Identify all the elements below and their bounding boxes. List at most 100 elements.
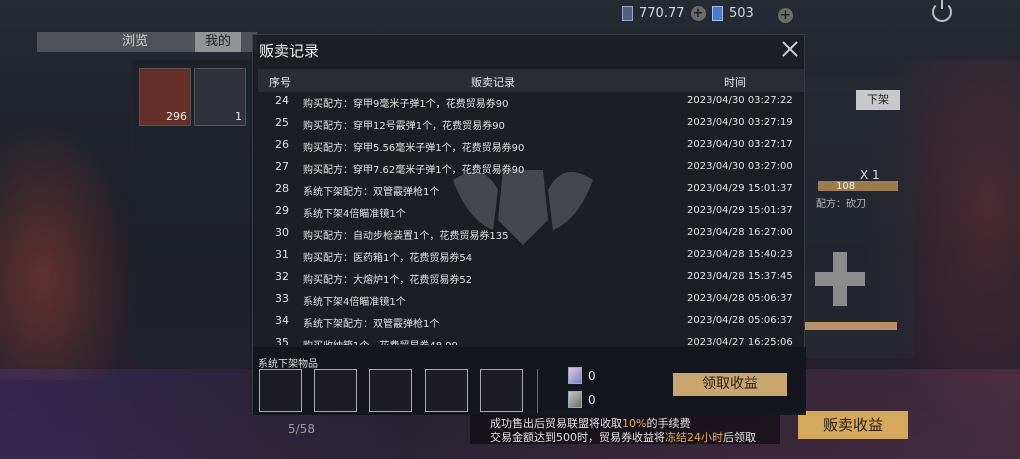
row-index: 27 — [275, 160, 289, 173]
row-index: 35 — [275, 336, 289, 345]
freeze-duration: 冻结24小时 — [665, 431, 723, 444]
table-header: 序号 贩卖记录 时间 — [258, 69, 804, 92]
inventory-slot-2-qty: 1 — [235, 110, 242, 123]
row-time: 2023/04/29 15:01:37 — [687, 183, 793, 194]
add-listing-icon[interactable] — [815, 252, 865, 306]
row-time: 2023/04/30 03:27:17 — [687, 139, 793, 150]
row-index: 34 — [275, 314, 289, 327]
row-time: 2023/04/30 03:27:00 — [687, 161, 793, 172]
close-icon[interactable] — [780, 39, 800, 59]
row-record: 购买配方：大熔炉1个，花费贸易券52 — [303, 275, 473, 286]
table-row: 28 系统下架配方：双管霰弹枪1个 2023/04/29 15:01:37 — [258, 178, 804, 200]
sales-record-dialog: 贩卖记录 序号 贩卖记录 时间 24 购买配方：穿甲9毫米子弹1个，花费贸易券9… — [252, 34, 806, 415]
row-record: 系统下架4倍瞄准镜1个 — [303, 209, 406, 220]
claim-earnings-button[interactable]: 领取收益 — [673, 373, 787, 396]
table-row: 32 购买配方：大熔炉1个，花费贸易券52 2023/04/28 15:37:4… — [258, 266, 804, 288]
row-time: 2023/04/30 03:27:19 — [687, 117, 793, 128]
row-record: 购买收纳箱1个，花费贸易券48.99 — [303, 337, 458, 345]
inventory-slot-1[interactable]: 296 — [139, 68, 191, 126]
row-record: 购买配方：穿甲7.62毫米子弹1个，花费贸易券90 — [303, 165, 525, 176]
table-row: 35 购买收纳箱1个，花费贸易券48.99 2023/04/27 16:25:0… — [258, 332, 804, 345]
currency-gem: 503 — [712, 6, 754, 21]
tab-browse[interactable]: 浏览 — [122, 32, 148, 52]
silver-ticket-earnings: 0 — [588, 393, 596, 407]
delisted-slot-5[interactable] — [480, 369, 523, 412]
row-index: 28 — [275, 182, 289, 195]
add-currency-icon[interactable]: + — [690, 6, 706, 21]
table-row: 30 购买配方：自动步枪装置1个，花费贸易券135 2023/04/28 16:… — [258, 222, 804, 244]
row-index: 25 — [275, 116, 289, 129]
row-time: 2023/04/27 16:25:06 — [687, 337, 793, 345]
row-record: 购买配方：穿甲9毫米子弹1个，花费贸易券90 — [303, 99, 509, 110]
row-time: 2023/04/28 05:06:37 — [687, 293, 793, 304]
listing-item-count: X 1 — [860, 168, 880, 182]
column-time: 时间 — [724, 76, 746, 89]
delisted-items-area: 系统下架物品 0 0 领取收益 — [253, 347, 806, 415]
row-time: 2023/04/28 15:37:45 — [687, 271, 793, 282]
row-index: 33 — [275, 292, 289, 305]
freeze-notice-text-2: 后领取 — [723, 431, 756, 444]
tab-mine[interactable]: 我的 — [195, 32, 242, 52]
table-row: 31 购买配方：医药箱1个，花费贸易券54 2023/04/28 15:40:2… — [258, 244, 804, 266]
row-index: 26 — [275, 138, 289, 151]
row-time: 2023/04/30 03:27:22 — [687, 95, 793, 106]
table-row: 24 购买配方：穿甲9毫米子弹1个，花费贸易券90 2023/04/30 03:… — [258, 92, 804, 112]
inventory-pager: 5/58 — [288, 422, 315, 436]
inventory-slot-1-qty: 296 — [166, 110, 187, 123]
listing-recipe-label: 配方：砍刀 — [816, 199, 866, 210]
trade-ticket-icon — [568, 367, 582, 384]
table-row: 26 购买配方：穿甲5.56毫米子弹1个，花费贸易券90 2023/04/30 … — [258, 134, 804, 156]
row-time: 2023/04/28 15:40:23 — [687, 249, 793, 260]
delisted-slot-1[interactable] — [259, 369, 302, 412]
row-record: 购买配方：自动步枪装置1个，花费贸易券135 — [303, 231, 509, 242]
silver-ticket-icon — [568, 391, 582, 408]
add-gem-icon[interactable]: + — [778, 8, 793, 23]
row-index: 31 — [275, 248, 289, 261]
currency-gem-value: 503 — [729, 6, 754, 21]
listing-divider — [805, 322, 897, 330]
currency-trade-ticket: 770.77 + — [622, 6, 706, 21]
table-row: 34 系统下架配方：双管霰弹枪1个 2023/04/28 05:06:37 — [258, 310, 804, 332]
row-record: 购买配方：穿甲12号霰弹1个，花费贸易券90 — [303, 121, 505, 132]
row-record: 购买配方：医药箱1个，花费贸易券54 — [303, 253, 473, 264]
row-index: 30 — [275, 226, 289, 239]
delisted-slot-4[interactable] — [425, 369, 468, 412]
delisted-slot-3[interactable] — [369, 369, 412, 412]
inventory-slot-2[interactable]: 1 — [194, 68, 246, 126]
ticket-icon — [622, 6, 633, 21]
row-record: 系统下架配方：双管霰弹枪1个 — [303, 319, 440, 330]
row-index: 29 — [275, 204, 289, 217]
sell-income-button[interactable]: 贩卖收益 — [798, 411, 908, 439]
dialog-title: 贩卖记录 — [259, 42, 320, 60]
table-row: 27 购买配方：穿甲7.62毫米子弹1个，花费贸易券90 2023/04/30 … — [258, 156, 804, 178]
row-record: 购买配方：穿甲5.56毫米子弹1个，花费贸易券90 — [303, 143, 525, 154]
table-row: 29 系统下架4倍瞄准镜1个 2023/04/29 15:01:37 — [258, 200, 804, 222]
delist-button[interactable]: 下架 — [856, 90, 900, 110]
delisted-slot-2[interactable] — [314, 369, 357, 412]
listing-price: 108 — [836, 181, 856, 192]
row-record: 系统下架4倍瞄准镜1个 — [303, 297, 406, 308]
row-index: 24 — [275, 94, 289, 107]
column-record: 贩卖记录 — [471, 76, 515, 89]
row-time: 2023/04/29 15:01:37 — [687, 205, 793, 216]
row-time: 2023/04/28 16:27:00 — [687, 227, 793, 238]
trade-ticket-earnings: 0 — [588, 369, 596, 383]
power-icon[interactable] — [932, 0, 952, 22]
table-row: 25 购买配方：穿甲12号霰弹1个，花费贸易券90 2023/04/30 03:… — [258, 112, 804, 134]
gem-ticket-icon — [712, 6, 723, 21]
freeze-notice-text: 交易金额达到500时，贸易券收益将 — [490, 431, 665, 444]
column-index: 序号 — [269, 76, 291, 89]
divider — [537, 369, 538, 413]
listing-panel — [805, 78, 915, 358]
row-index: 32 — [275, 270, 289, 283]
currency-trade-ticket-value: 770.77 — [639, 6, 685, 21]
delisted-items-label: 系统下架物品 — [258, 359, 318, 370]
listing-price-bar — [818, 181, 898, 191]
row-time: 2023/04/28 05:06:37 — [687, 315, 793, 326]
table-row: 33 系统下架4倍瞄准镜1个 2023/04/28 05:06:37 — [258, 288, 804, 310]
fee-notice-line-2: 交易金额达到500时，贸易券收益将冻结24小时后领取 — [490, 429, 756, 445]
market-tabbar: 浏览 我的 — [37, 32, 257, 52]
background-glow-left — [0, 120, 140, 380]
row-record: 系统下架配方：双管霰弹枪1个 — [303, 187, 440, 198]
record-list[interactable]: 24 购买配方：穿甲9毫米子弹1个，花费贸易券90 2023/04/30 03:… — [258, 92, 804, 345]
